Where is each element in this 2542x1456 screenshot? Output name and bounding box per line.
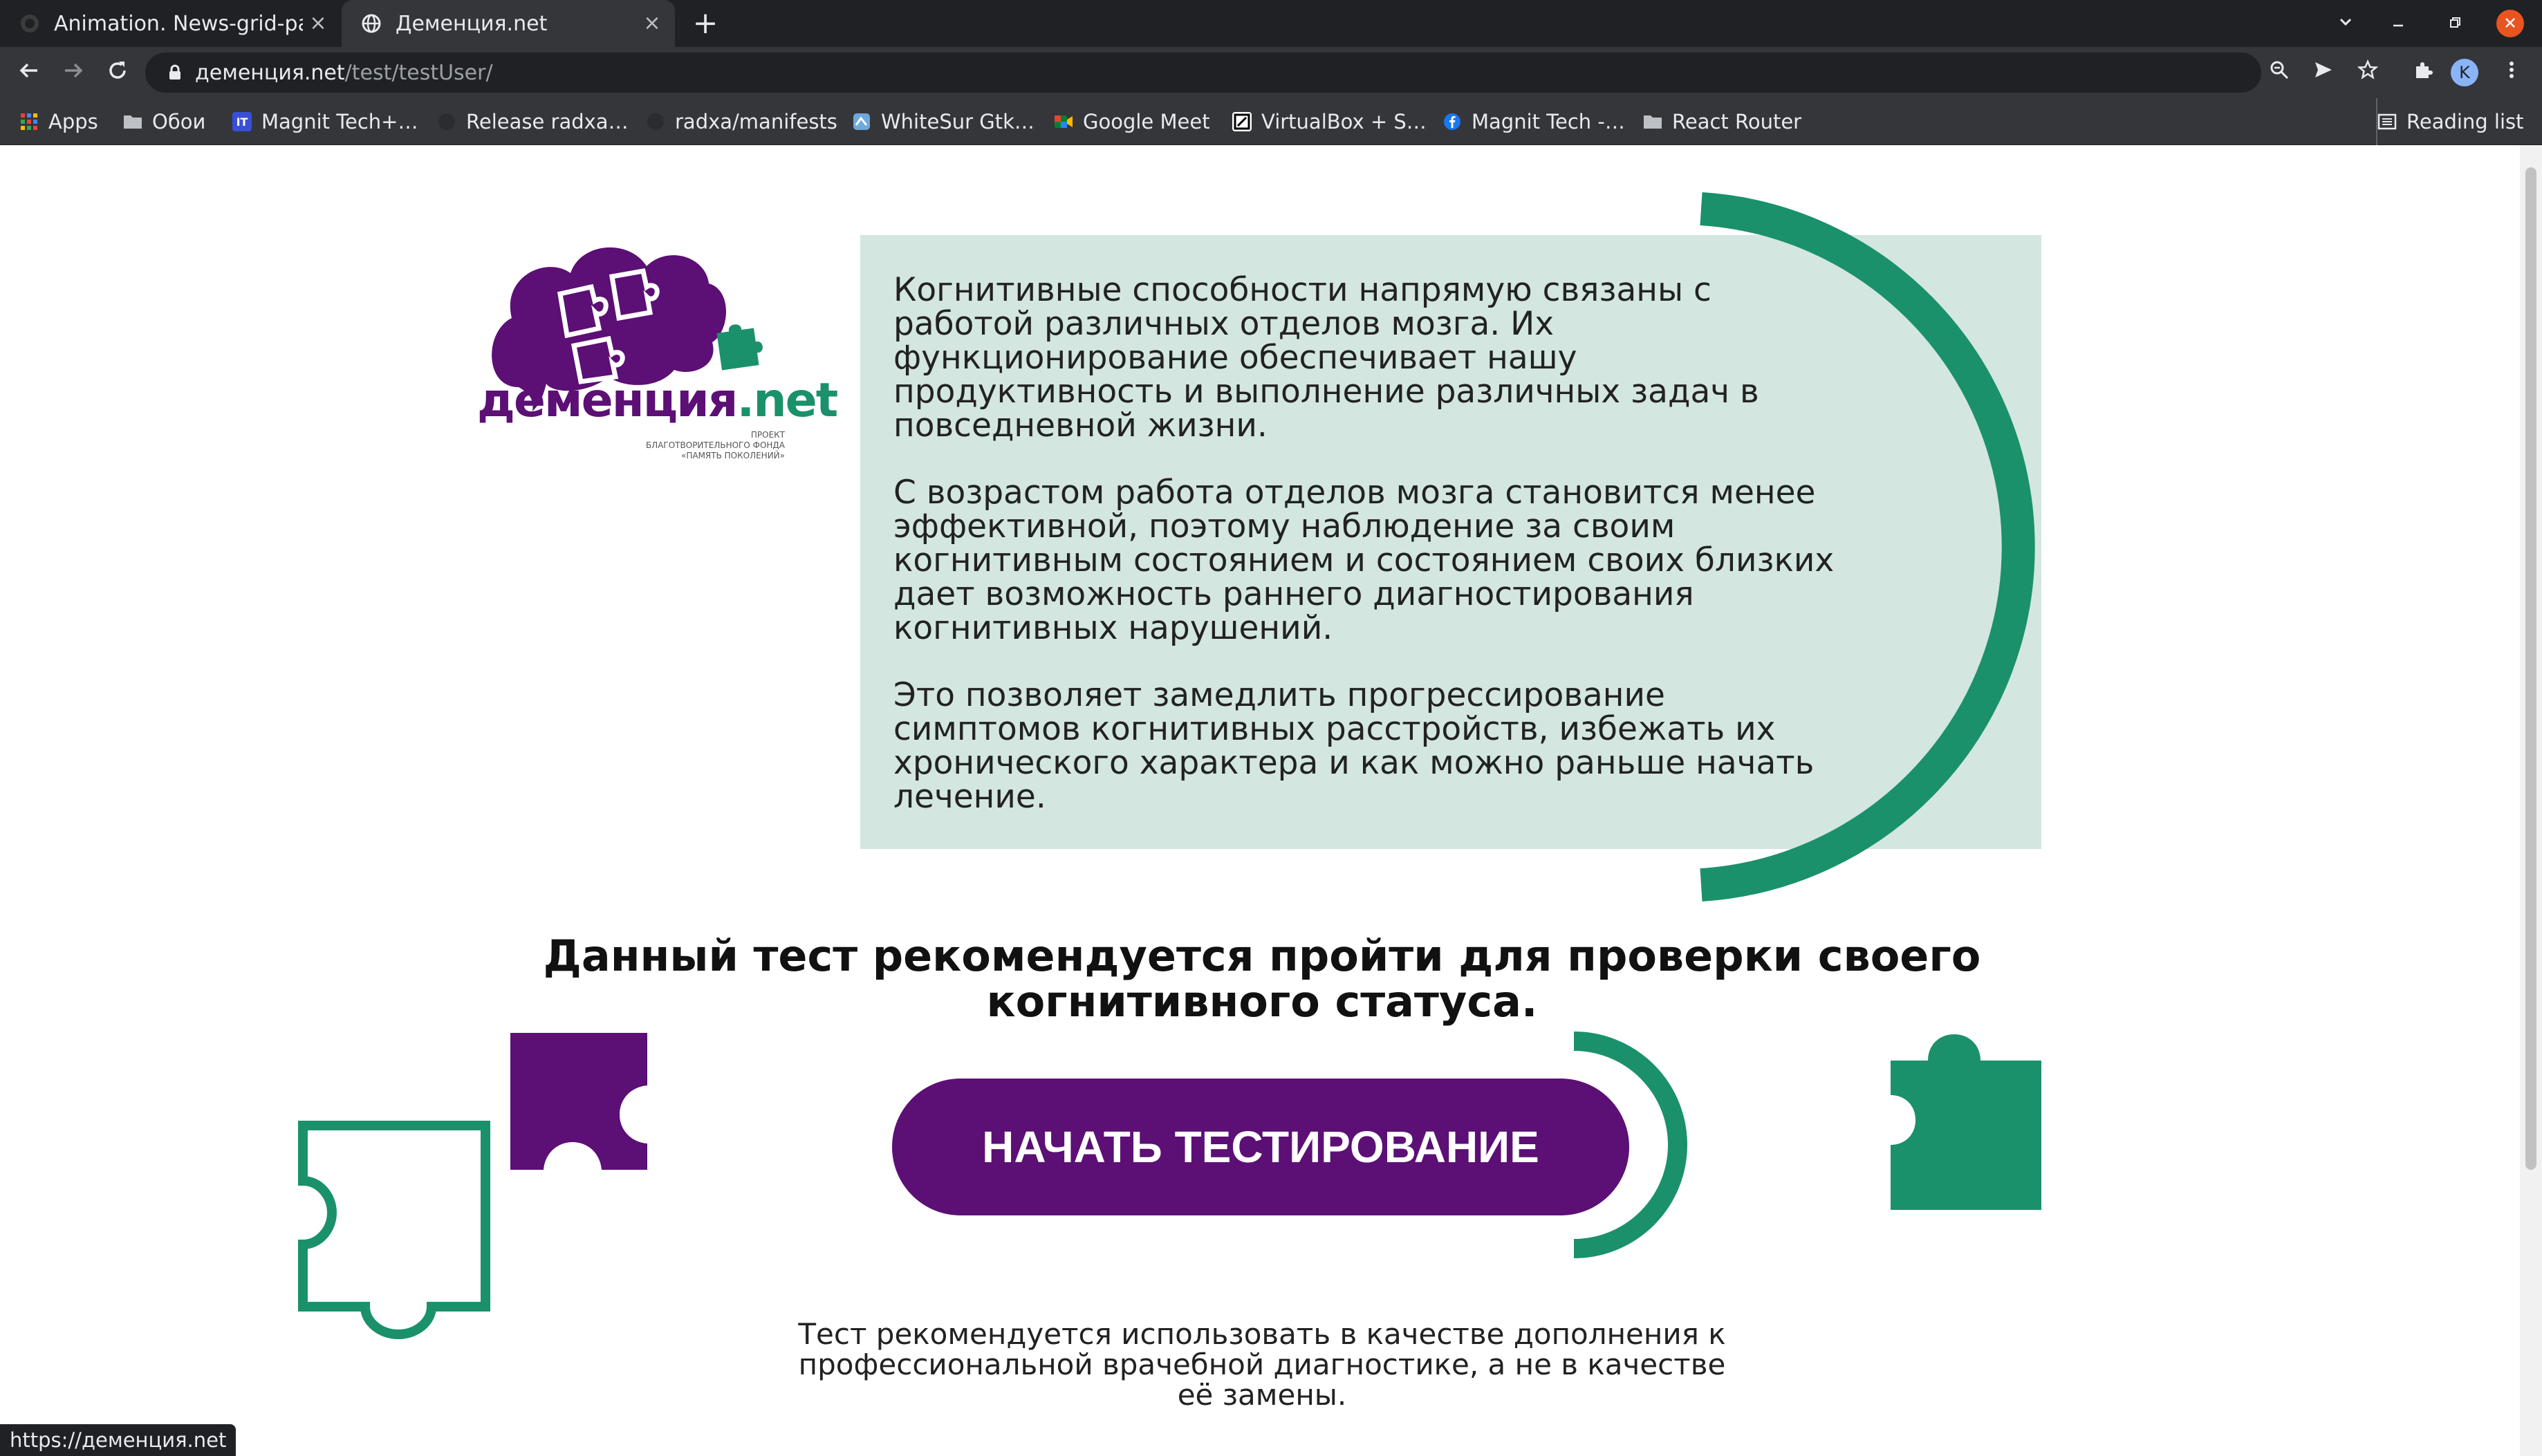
url-text[interactable]: деменция.net/test/testUser/ [195, 61, 493, 85]
green-outline-puzzle-piece [298, 1121, 490, 1340]
minimize-icon[interactable] [2384, 10, 2412, 37]
bookmark-magnit-tech-plus[interactable]: IT Magnit Tech+… [232, 98, 418, 145]
github-icon [437, 112, 456, 131]
start-testing-button[interactable]: НАЧАТЬ ТЕСТИРОВАНИЕ [892, 1079, 1629, 1215]
bookmark-label: Google Meet [1083, 110, 1210, 133]
url-host: деменция.net [195, 61, 345, 85]
forward-arrow-icon[interactable] [59, 59, 87, 86]
send-icon[interactable] [2310, 59, 2337, 86]
decorations [298, 1032, 2041, 1340]
bookmark-label: Magnit Tech -… [1472, 110, 1625, 133]
reading-list-button[interactable]: Reading list [2376, 98, 2524, 145]
new-tab-button[interactable]: + [692, 8, 719, 39]
bookmark-magnit-tech[interactable]: Magnit Tech -… [1442, 98, 1625, 145]
status-bar-url: https://деменция.net [0, 1424, 236, 1456]
tab-title: Animation. News-grid-pag [54, 11, 303, 36]
profile-avatar[interactable]: K [2451, 59, 2478, 86]
facebook-icon [1442, 112, 1462, 131]
bookmark-react-router[interactable]: React Router [1643, 98, 1801, 145]
bookmark-whitesur-gtk[interactable]: WhiteSur Gtk… [852, 98, 1035, 145]
bookmark-label: WhiteSur Gtk… [881, 110, 1035, 133]
github-icon [19, 13, 40, 34]
bookmark-label: Magnit Tech+… [261, 110, 418, 133]
address-bar[interactable]: деменция.net/test/testUser/ [145, 53, 2261, 93]
bookmark-google-meet[interactable]: Google Meet [1054, 98, 1210, 145]
bookmark-oboi[interactable]: Обои [123, 98, 205, 145]
bookmarks-bar: Apps Обои IT Magnit Tech+… Release radxa… [0, 98, 2542, 145]
tab-strip: Animation. News-grid-pag × Деменция.net … [0, 0, 2542, 47]
page-viewport: деменция.net ПРОЕКТ БЛАГОТВОРИТЕЛЬНОГО Ф… [0, 145, 2542, 1456]
tab-close-icon[interactable]: × [642, 13, 662, 34]
bookmark-label: React Router [1672, 110, 1802, 133]
bookmark-virtualbox[interactable]: VirtualBox + S… [1232, 98, 1427, 145]
url-path: /test/testUser/ [344, 61, 493, 85]
bookmark-label: Обои [152, 110, 206, 133]
github-icon [646, 112, 665, 131]
tab-animation-news-grid[interactable]: Animation. News-grid-pag × [0, 0, 341, 47]
browser-toolbar: деменция.net/test/testUser/ K [0, 47, 2542, 98]
bookmark-radxa-manifests[interactable]: radxa/manifests [646, 98, 837, 145]
folder-icon [1643, 112, 1662, 131]
bookmark-label: Apps [48, 110, 98, 133]
it-icon: IT [232, 112, 252, 131]
tab-close-icon[interactable]: × [308, 13, 328, 34]
green-puzzle-piece-right [1891, 1034, 2041, 1210]
bookmark-label: Release radxa… [466, 110, 629, 133]
virtualbox-icon [1232, 112, 1252, 131]
scrollbar-thumb[interactable] [2525, 167, 2536, 1170]
bookmark-label: radxa/manifests [675, 110, 837, 133]
zoom-icon[interactable] [2265, 59, 2293, 86]
disclaimer-text: Тест рекомендуется использовать в качест… [798, 1317, 1726, 1412]
back-arrow-icon[interactable] [15, 59, 43, 86]
google-meet-icon [1054, 112, 1073, 131]
reading-list-icon [2377, 112, 2397, 131]
purple-puzzle-piece [510, 1033, 647, 1170]
window-close-icon[interactable] [2496, 10, 2524, 37]
lock-icon[interactable] [166, 64, 184, 82]
bookmark-label: VirtualBox + S… [1261, 110, 1427, 133]
page-scrollbar[interactable] [2520, 145, 2542, 1456]
tab-title: Деменция.net [396, 11, 548, 36]
reading-list-label: Reading list [2406, 110, 2524, 133]
bookmark-star-icon[interactable] [2354, 59, 2382, 86]
reload-icon[interactable] [104, 59, 131, 86]
kebab-menu-icon[interactable] [2498, 59, 2525, 86]
whitesur-icon [852, 112, 871, 131]
bookmark-release-radxa[interactable]: Release radxa… [437, 98, 629, 145]
globe-icon [361, 13, 382, 34]
tab-dementia-net[interactable]: Деменция.net × [342, 0, 675, 47]
folder-icon [123, 112, 142, 131]
bookmark-apps[interactable]: Apps [19, 98, 98, 145]
extensions-puzzle-icon[interactable] [2409, 59, 2437, 86]
tab-search-chevron-icon[interactable] [2332, 10, 2359, 37]
restore-icon[interactable] [2441, 10, 2469, 37]
apps-grid-icon [19, 112, 39, 131]
